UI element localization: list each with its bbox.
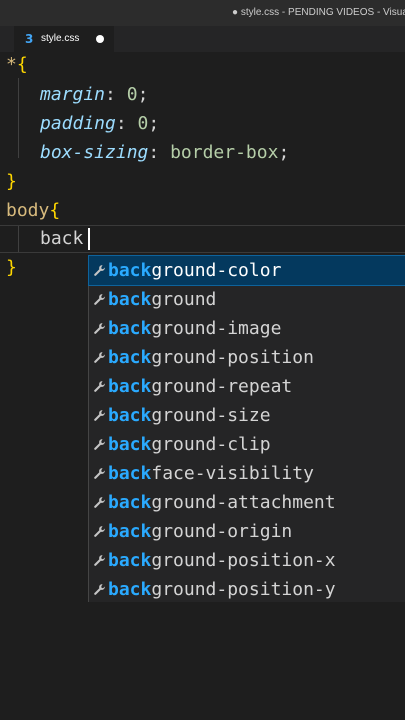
suggestion-label: background-position-x <box>108 546 336 575</box>
suggestion-rest-text: ground-color <box>151 260 282 281</box>
suggestion-match-text: back <box>108 550 152 571</box>
suggestion-label: background-attachment <box>108 488 336 517</box>
code-line-6: body{ <box>6 198 60 224</box>
tab-bar: 3 style.css <box>0 26 405 52</box>
suggestion-label: background-image <box>108 314 281 343</box>
wrench-icon <box>94 439 105 450</box>
suggestion-item[interactable]: background-size <box>89 401 405 430</box>
suggestion-label: background-color <box>108 256 281 285</box>
suggestion-label: background <box>108 285 216 314</box>
suggestion-item[interactable]: background-image <box>89 314 405 343</box>
suggestion-rest-text: ground-attachment <box>151 492 336 513</box>
wrench-icon <box>94 352 105 363</box>
indent-guide <box>18 78 19 158</box>
open-brace: { <box>49 200 61 221</box>
suggestion-item[interactable]: background-repeat <box>89 372 405 401</box>
property-name: box-sizing <box>40 142 149 163</box>
suggestion-rest-text: ground-size <box>151 405 271 426</box>
code-line-8: } <box>6 255 17 281</box>
suggestion-item[interactable]: background-color <box>88 255 405 286</box>
unsaved-dot-icon[interactable] <box>96 35 104 43</box>
code-line-7: back <box>40 226 83 252</box>
suggestion-match-text: back <box>108 434 152 455</box>
svg-text:3: 3 <box>25 32 33 45</box>
css-file-icon: 3 <box>25 32 33 45</box>
typed-text: back <box>40 228 84 249</box>
suggestion-rest-text: ground <box>151 289 217 310</box>
wrench-icon <box>94 265 105 276</box>
close-brace: } <box>6 257 17 278</box>
suggestion-match-text: back <box>108 405 152 426</box>
suggestion-match-text: back <box>108 318 152 339</box>
code-line-2: margin: 0; <box>40 84 149 105</box>
suggestion-rest-text: ground-position-x <box>151 550 336 571</box>
universal-selector: * <box>6 54 17 75</box>
suggestion-label: background-size <box>108 401 271 430</box>
suggestion-label: background-origin <box>108 517 292 546</box>
body-selector: body <box>6 200 50 221</box>
wrench-icon <box>94 584 105 595</box>
suggestion-match-text: back <box>108 347 152 368</box>
suggestion-rest-text: ground-position <box>151 347 314 368</box>
suggestion-item[interactable]: background-position-x <box>89 546 405 575</box>
suggestion-item[interactable]: background <box>89 285 405 314</box>
window-title: ● style.css - PENDING VIDEOS - Visual St <box>232 7 405 18</box>
wrench-icon <box>94 294 105 305</box>
wrench-icon <box>94 468 105 479</box>
text-cursor <box>88 228 90 250</box>
wrench-icon <box>94 410 105 421</box>
suggestion-match-text: back <box>108 376 152 397</box>
wrench-icon <box>94 497 105 508</box>
suggestion-rest-text: ground-origin <box>151 521 293 542</box>
suggestion-rest-text: ground-repeat <box>151 376 293 397</box>
property-value: 0 <box>126 84 138 105</box>
wrench-icon <box>94 526 105 537</box>
open-brace: { <box>16 54 28 75</box>
wrench-icon <box>94 555 105 566</box>
code-line-5: } <box>6 169 17 195</box>
suggestion-item[interactable]: background-position-y <box>89 575 405 604</box>
suggestion-rest-text: ground-image <box>151 318 282 339</box>
property-name: margin <box>40 84 106 105</box>
tab-label: style.css <box>41 33 80 44</box>
suggestion-label: backface-visibility <box>108 459 314 488</box>
suggestion-match-text: back <box>108 260 152 281</box>
wrench-icon <box>94 323 105 334</box>
code-line-3: padding: 0; <box>40 113 160 134</box>
property-value: 0 <box>137 113 149 134</box>
suggestion-item[interactable]: background-attachment <box>89 488 405 517</box>
suggestion-match-text: back <box>108 492 152 513</box>
suggestion-item[interactable]: background-position <box>89 343 405 372</box>
suggestion-widget[interactable]: background-color background background-ima… <box>88 255 405 602</box>
suggestion-item[interactable]: backface-visibility <box>89 459 405 488</box>
suggestion-item[interactable]: background-origin <box>89 517 405 546</box>
property-name: padding <box>40 113 116 134</box>
suggestion-label: background-repeat <box>108 372 292 401</box>
suggestion-rest-text: ground-clip <box>151 434 271 455</box>
suggestion-label: background-position-y <box>108 575 336 604</box>
close-brace: } <box>6 171 17 192</box>
suggestion-match-text: back <box>108 579 152 600</box>
property-value: border-box <box>170 142 279 163</box>
suggestion-label: background-position <box>108 343 314 372</box>
suggestion-rest-text: face-visibility <box>151 463 314 484</box>
title-bar: ● style.css - PENDING VIDEOS - Visual St <box>0 0 405 26</box>
suggestion-item[interactable]: background-clip <box>89 430 405 459</box>
suggestion-rest-text: ground-position-y <box>151 579 336 600</box>
suggestion-match-text: back <box>108 463 152 484</box>
suggestion-match-text: back <box>108 289 152 310</box>
code-line-1: *{ <box>6 52 28 78</box>
wrench-icon <box>94 381 105 392</box>
suggestion-match-text: back <box>108 521 152 542</box>
suggestion-label: background-clip <box>108 430 271 459</box>
code-line-4: box-sizing: border-box; <box>40 142 290 163</box>
tab-style-css[interactable]: 3 style.css <box>14 26 114 52</box>
